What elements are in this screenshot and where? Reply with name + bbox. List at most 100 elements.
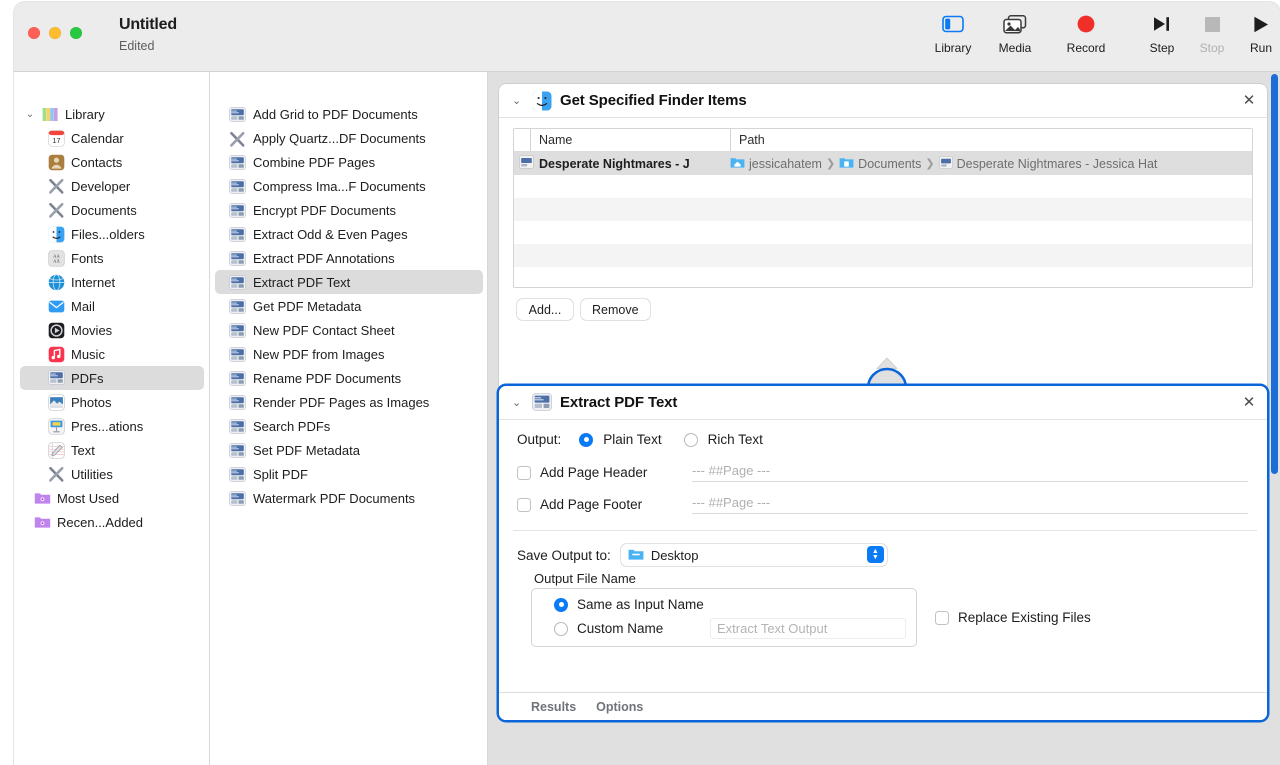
sidebar-item-pres-ations[interactable]: Pres...ations	[20, 414, 204, 438]
list-item[interactable]: Encrypt PDF Documents	[215, 198, 483, 222]
zoom-button[interactable]	[70, 27, 82, 39]
sidebar-item-contacts[interactable]: Contacts	[20, 150, 204, 174]
list-item[interactable]: Extract Odd & Even Pages	[215, 222, 483, 246]
toolbar-library-button[interactable]: Library	[921, 12, 985, 64]
sidebar-item-most-used[interactable]: Most Used	[20, 486, 204, 510]
custom-name-input[interactable]: Extract Text Output	[710, 618, 906, 639]
radio-plain-text-label: Plain Text	[603, 432, 662, 447]
sidebar-item-text[interactable]: Text	[20, 438, 204, 462]
remove-button[interactable]: Remove	[581, 299, 650, 320]
page-footer-input[interactable]: --- ##Page ---	[692, 495, 1248, 514]
list-item[interactable]: Set PDF Metadata	[215, 438, 483, 462]
pdf-action-icon	[229, 442, 246, 458]
sidebar-item-documents[interactable]: Documents	[20, 198, 204, 222]
list-item[interactable]: Extract PDF Annotations	[215, 246, 483, 270]
chevron-down-icon[interactable]: ⌄	[512, 396, 524, 409]
list-item[interactable]: Render PDF Pages as Images	[215, 390, 483, 414]
page-title: Untitled	[119, 16, 177, 33]
table-row[interactable]: Desperate Nightmares - J jessicahatem ❯	[514, 152, 1252, 175]
toolbar-media-button[interactable]: Media	[983, 12, 1047, 64]
library-sidebar: ⌄ Library 17 Calendar Contacts Developer Doc…	[14, 72, 210, 765]
action-label: Extract PDF Annotations	[253, 250, 395, 266]
window-titlebar: Untitled Edited Library Media Record Ste…	[14, 2, 1280, 72]
sidebar-item-fonts[interactable]: AA AÄ Fonts	[20, 246, 204, 270]
action-label: Render PDF Pages as Images	[253, 394, 430, 410]
action-label: New PDF from Images	[253, 346, 385, 362]
radio-same-as-input-name[interactable]	[554, 597, 568, 612]
list-item[interactable]: Add Grid to PDF Documents	[215, 102, 483, 126]
close-icon[interactable]: ✕	[1242, 395, 1256, 410]
table-row-empty	[514, 267, 1252, 287]
path-crumb-1: Documents	[858, 156, 922, 171]
radio-rich-text-label: Rich Text	[707, 432, 763, 447]
checkbox-add-page-header[interactable]	[517, 465, 531, 480]
list-item[interactable]: Get PDF Metadata	[215, 294, 483, 318]
close-icon[interactable]: ✕	[1242, 93, 1256, 108]
radio-rich-text[interactable]	[683, 432, 698, 447]
table-actions: Add... Remove	[517, 299, 1267, 320]
sidebar-item-recen-added[interactable]: Recen...Added	[20, 510, 204, 534]
save-output-popup[interactable]: Desktop ▲ ▼	[620, 544, 887, 566]
list-item[interactable]: New PDF Contact Sheet	[215, 318, 483, 342]
sidebar-item-music[interactable]: Music	[20, 342, 204, 366]
checkbox-add-page-footer[interactable]	[517, 497, 531, 512]
table-row-empty	[514, 198, 1252, 221]
list-item[interactable]: Split PDF	[215, 462, 483, 486]
calendar-icon: 17	[48, 129, 65, 147]
pdf-action-icon	[229, 106, 246, 122]
list-item[interactable]: Rename PDF Documents	[215, 366, 483, 390]
sidebar-item-movies[interactable]: Movies	[20, 318, 204, 342]
pdf-action-icon	[229, 178, 246, 194]
list-item[interactable]: Watermark PDF Documents	[215, 486, 483, 510]
sidebar-item-calendar[interactable]: 17 Calendar	[20, 126, 204, 150]
toolbar-run-button[interactable]: Run	[1229, 12, 1280, 64]
checkbox-replace-existing-files[interactable]	[935, 610, 949, 625]
list-item[interactable]: New PDF from Images	[215, 342, 483, 366]
sidebar-item-utilities[interactable]: Utilities	[20, 462, 204, 486]
column-header-path[interactable]: Path	[730, 129, 1252, 151]
table-row-empty	[514, 244, 1252, 267]
page-header-input[interactable]: --- ##Page ---	[692, 463, 1248, 482]
sidebar-item-files-olders[interactable]: Files...olders	[20, 222, 204, 246]
sidebar-item-label: Pres...ations	[71, 418, 144, 434]
radio-plain-text[interactable]	[579, 432, 594, 447]
output-format-row: Output: Plain Text Rich Text	[517, 432, 1253, 447]
action-label: Add Grid to PDF Documents	[253, 106, 418, 122]
finder-items-table[interactable]: Name Path Desperate Nightmares - J jessi…	[513, 128, 1253, 288]
column-header-name[interactable]: Name	[530, 129, 730, 151]
list-item[interactable]: Extract PDF Text	[215, 270, 483, 294]
action-label: Combine PDF Pages	[253, 154, 376, 170]
form-divider	[513, 530, 1257, 531]
list-item[interactable]: Compress Ima...F Documents	[215, 174, 483, 198]
actions-list-pane: Add Grid to PDF Documents Apply Quartz...…	[210, 72, 488, 765]
tab-results[interactable]: Results	[531, 700, 576, 714]
action-card-extract-pdf-text[interactable]: ⌄ Extract PDF Text ✕ Output: Plain Text …	[499, 386, 1267, 720]
list-item[interactable]: Apply Quartz...DF Documents	[215, 126, 483, 150]
pdf-action-icon	[229, 346, 246, 362]
minimize-button[interactable]	[49, 27, 61, 39]
path-crumb-0: jessicahatem	[749, 156, 822, 171]
sidebar-item-pdfs[interactable]: PDFs	[20, 366, 204, 390]
list-item[interactable]: Combine PDF Pages	[215, 150, 483, 174]
sidebar-item-internet[interactable]: Internet	[20, 270, 204, 294]
action-card-get-specified-finder-items[interactable]: ⌄ Get Specified Finder Items ✕ Name Path…	[499, 84, 1267, 436]
chevron-down-icon[interactable]: ⌄	[24, 109, 36, 120]
chevron-down-icon[interactable]: ⌄	[512, 94, 524, 107]
pdf-action-icon	[229, 466, 246, 482]
sidebar-item-library[interactable]: ⌄ Library	[20, 102, 204, 126]
add-button[interactable]: Add...	[517, 299, 573, 320]
action-label: Compress Ima...F Documents	[253, 178, 426, 194]
tab-options[interactable]: Options	[596, 700, 643, 714]
pdf-action-icon	[229, 154, 246, 170]
action-label: Watermark PDF Documents	[253, 490, 416, 506]
sidebar-item-mail[interactable]: Mail	[20, 294, 204, 318]
stop-icon	[1204, 12, 1221, 36]
sidebar-item-developer[interactable]: Developer	[20, 174, 204, 198]
toolbar-record-button[interactable]: Record	[1054, 12, 1118, 64]
list-item[interactable]: Search PDFs	[215, 414, 483, 438]
workflow-scrollbar[interactable]	[1271, 74, 1278, 474]
sidebar-item-photos[interactable]: Photos	[20, 390, 204, 414]
close-button[interactable]	[28, 27, 40, 39]
radio-custom-name[interactable]	[554, 621, 568, 636]
toolbar-step-label: Step	[1149, 41, 1175, 55]
